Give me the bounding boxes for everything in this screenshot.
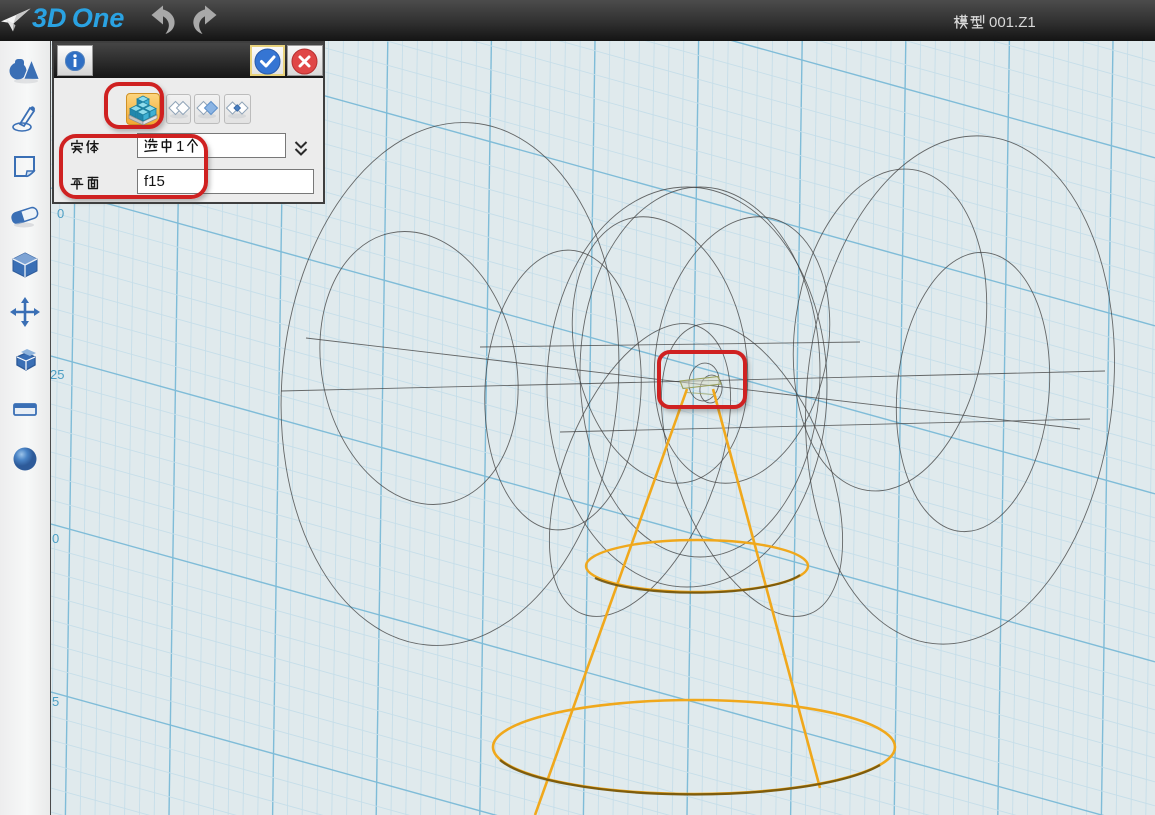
svg-text:25: 25 (51, 367, 64, 382)
svg-text:0: 0 (52, 531, 59, 546)
svg-text:5: 5 (52, 694, 59, 709)
svg-text:0: 0 (57, 206, 64, 221)
svg-text:001.Z1: 001.Z1 (989, 14, 1036, 31)
